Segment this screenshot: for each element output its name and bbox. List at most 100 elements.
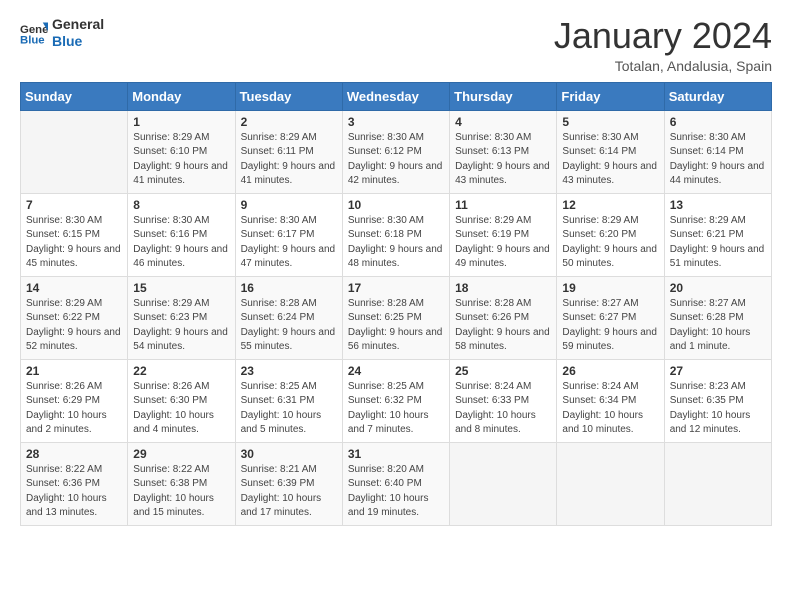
day-info: Sunrise: 8:29 AMSunset: 6:22 PMDaylight:…: [26, 297, 122, 355]
weekday-header-sunday: Sunday: [21, 82, 128, 110]
day-number: 16: [241, 281, 337, 295]
day-info: Sunrise: 8:29 AMSunset: 6:20 PMDaylight:…: [562, 214, 658, 272]
calendar-cell: 22Sunrise: 8:26 AMSunset: 6:30 PMDayligh…: [128, 359, 235, 442]
calendar-cell: 14Sunrise: 8:29 AMSunset: 6:22 PMDayligh…: [21, 276, 128, 359]
calendar-cell: 3 Sunrise: 8:30 AMSunset: 6:12 PMDaylight…: [342, 110, 449, 193]
calendar-cell: 13Sunrise: 8:29 AMSunset: 6:21 PMDayligh…: [664, 193, 771, 276]
day-info: Sunrise: 8:30 AMSunset: 6:13 PMDaylight:…: [455, 131, 551, 189]
day-info: Sunrise: 8:30 AMSunset: 6:12 PMDaylight:…: [348, 131, 444, 189]
weekday-header-row: SundayMondayTuesdayWednesdayThursdayFrid…: [21, 82, 772, 110]
calendar-cell: 6 Sunrise: 8:30 AMSunset: 6:14 PMDaylight…: [664, 110, 771, 193]
weekday-header-friday: Friday: [557, 82, 664, 110]
calendar-cell: [557, 442, 664, 525]
day-info: Sunrise: 8:21 AMSunset: 6:39 PMDaylight:…: [241, 463, 337, 521]
week-row-1: 1 Sunrise: 8:29 AMSunset: 6:10 PMDaylight…: [21, 110, 772, 193]
title-block: January 2024 Totalan, Andalusia, Spain: [554, 16, 772, 74]
day-number: 30: [241, 447, 337, 461]
calendar-cell: 26 Sunrise: 8:24 AMSunset: 6:34 PMDayligh…: [557, 359, 664, 442]
weekday-header-saturday: Saturday: [664, 82, 771, 110]
day-number: 26: [562, 364, 658, 378]
day-info: Sunrise: 8:28 AMSunset: 6:24 PMDaylight:…: [241, 297, 337, 355]
day-number: 22: [133, 364, 229, 378]
calendar-cell: 11Sunrise: 8:29 AMSunset: 6:19 PMDayligh…: [450, 193, 557, 276]
day-info: Sunrise: 8:26 AMSunset: 6:29 PMDaylight:…: [26, 380, 122, 438]
day-number: 20: [670, 281, 766, 295]
day-info: Sunrise: 8:22 AMSunset: 6:38 PMDaylight:…: [133, 463, 229, 521]
calendar-cell: 28 Sunrise: 8:22 AMSunset: 6:36 PMDayligh…: [21, 442, 128, 525]
day-number: 1: [133, 115, 229, 129]
day-number: 28: [26, 447, 122, 461]
day-number: 29: [133, 447, 229, 461]
logo-general: General: [52, 16, 104, 33]
day-info: Sunrise: 8:25 AMSunset: 6:32 PMDaylight:…: [348, 380, 444, 438]
calendar-table: SundayMondayTuesdayWednesdayThursdayFrid…: [20, 82, 772, 526]
calendar-cell: 4 Sunrise: 8:30 AMSunset: 6:13 PMDaylight…: [450, 110, 557, 193]
calendar-cell: 9Sunrise: 8:30 AMSunset: 6:17 PMDaylight…: [235, 193, 342, 276]
day-number: 4: [455, 115, 551, 129]
day-number: 24: [348, 364, 444, 378]
calendar-cell: 8 Sunrise: 8:30 AMSunset: 6:16 PMDaylight…: [128, 193, 235, 276]
month-title: January 2024: [554, 16, 772, 56]
calendar-cell: 7 Sunrise: 8:30 AMSunset: 6:15 PMDaylight…: [21, 193, 128, 276]
day-number: 12: [562, 198, 658, 212]
day-info: Sunrise: 8:22 AMSunset: 6:36 PMDaylight:…: [26, 463, 122, 521]
logo: General Blue General Blue: [20, 16, 104, 50]
day-number: 6: [670, 115, 766, 129]
day-info: Sunrise: 8:28 AMSunset: 6:25 PMDaylight:…: [348, 297, 444, 355]
calendar-cell: 30 Sunrise: 8:21 AMSunset: 6:39 PMDayligh…: [235, 442, 342, 525]
calendar-cell: 24 Sunrise: 8:25 AMSunset: 6:32 PMDayligh…: [342, 359, 449, 442]
day-info: Sunrise: 8:27 AMSunset: 6:27 PMDaylight:…: [562, 297, 658, 355]
week-row-5: 28 Sunrise: 8:22 AMSunset: 6:36 PMDayligh…: [21, 442, 772, 525]
day-info: Sunrise: 8:30 AMSunset: 6:18 PMDaylight:…: [348, 214, 444, 272]
day-number: 10: [348, 198, 444, 212]
day-info: Sunrise: 8:28 AMSunset: 6:26 PMDaylight:…: [455, 297, 551, 355]
location-subtitle: Totalan, Andalusia, Spain: [554, 58, 772, 74]
day-info: Sunrise: 8:23 AMSunset: 6:35 PMDaylight:…: [670, 380, 766, 438]
day-number: 9: [241, 198, 337, 212]
day-info: Sunrise: 8:30 AMSunset: 6:14 PMDaylight:…: [562, 131, 658, 189]
calendar-cell: 18 Sunrise: 8:28 AMSunset: 6:26 PMDayligh…: [450, 276, 557, 359]
svg-text:Blue: Blue: [20, 34, 45, 46]
day-number: 21: [26, 364, 122, 378]
day-number: 15: [133, 281, 229, 295]
day-info: Sunrise: 8:30 AMSunset: 6:15 PMDaylight:…: [26, 214, 122, 272]
day-number: 19: [562, 281, 658, 295]
calendar-cell: 20 Sunrise: 8:27 AMSunset: 6:28 PMDayligh…: [664, 276, 771, 359]
day-number: 8: [133, 198, 229, 212]
day-info: Sunrise: 8:24 AMSunset: 6:34 PMDaylight:…: [562, 380, 658, 438]
day-number: 5: [562, 115, 658, 129]
calendar-cell: [450, 442, 557, 525]
day-info: Sunrise: 8:29 AMSunset: 6:23 PMDaylight:…: [133, 297, 229, 355]
day-number: 7: [26, 198, 122, 212]
day-number: 3: [348, 115, 444, 129]
weekday-header-tuesday: Tuesday: [235, 82, 342, 110]
day-info: Sunrise: 8:30 AMSunset: 6:14 PMDaylight:…: [670, 131, 766, 189]
day-info: Sunrise: 8:25 AMSunset: 6:31 PMDaylight:…: [241, 380, 337, 438]
day-number: 27: [670, 364, 766, 378]
weekday-header-thursday: Thursday: [450, 82, 557, 110]
calendar-cell: 31Sunrise: 8:20 AMSunset: 6:40 PMDayligh…: [342, 442, 449, 525]
day-number: 17: [348, 281, 444, 295]
day-number: 13: [670, 198, 766, 212]
day-number: 25: [455, 364, 551, 378]
calendar-cell: 29 Sunrise: 8:22 AMSunset: 6:38 PMDayligh…: [128, 442, 235, 525]
calendar-cell: 12 Sunrise: 8:29 AMSunset: 6:20 PMDayligh…: [557, 193, 664, 276]
calendar-cell: [664, 442, 771, 525]
day-info: Sunrise: 8:27 AMSunset: 6:28 PMDaylight:…: [670, 297, 766, 355]
day-number: 2: [241, 115, 337, 129]
calendar-cell: 25Sunrise: 8:24 AMSunset: 6:33 PMDayligh…: [450, 359, 557, 442]
week-row-2: 7 Sunrise: 8:30 AMSunset: 6:15 PMDaylight…: [21, 193, 772, 276]
page-header: General Blue General Blue January 2024 T…: [20, 16, 772, 74]
day-info: Sunrise: 8:29 AMSunset: 6:10 PMDaylight:…: [133, 131, 229, 189]
day-number: 23: [241, 364, 337, 378]
calendar-cell: 19 Sunrise: 8:27 AMSunset: 6:27 PMDayligh…: [557, 276, 664, 359]
week-row-3: 14Sunrise: 8:29 AMSunset: 6:22 PMDayligh…: [21, 276, 772, 359]
calendar-cell: 2 Sunrise: 8:29 AMSunset: 6:11 PMDaylight…: [235, 110, 342, 193]
weekday-header-monday: Monday: [128, 82, 235, 110]
day-info: Sunrise: 8:29 AMSunset: 6:11 PMDaylight:…: [241, 131, 337, 189]
calendar-cell: 1 Sunrise: 8:29 AMSunset: 6:10 PMDaylight…: [128, 110, 235, 193]
day-number: 18: [455, 281, 551, 295]
calendar-cell: 10 Sunrise: 8:30 AMSunset: 6:18 PMDayligh…: [342, 193, 449, 276]
calendar-cell: 16 Sunrise: 8:28 AMSunset: 6:24 PMDayligh…: [235, 276, 342, 359]
day-info: Sunrise: 8:30 AMSunset: 6:16 PMDaylight:…: [133, 214, 229, 272]
